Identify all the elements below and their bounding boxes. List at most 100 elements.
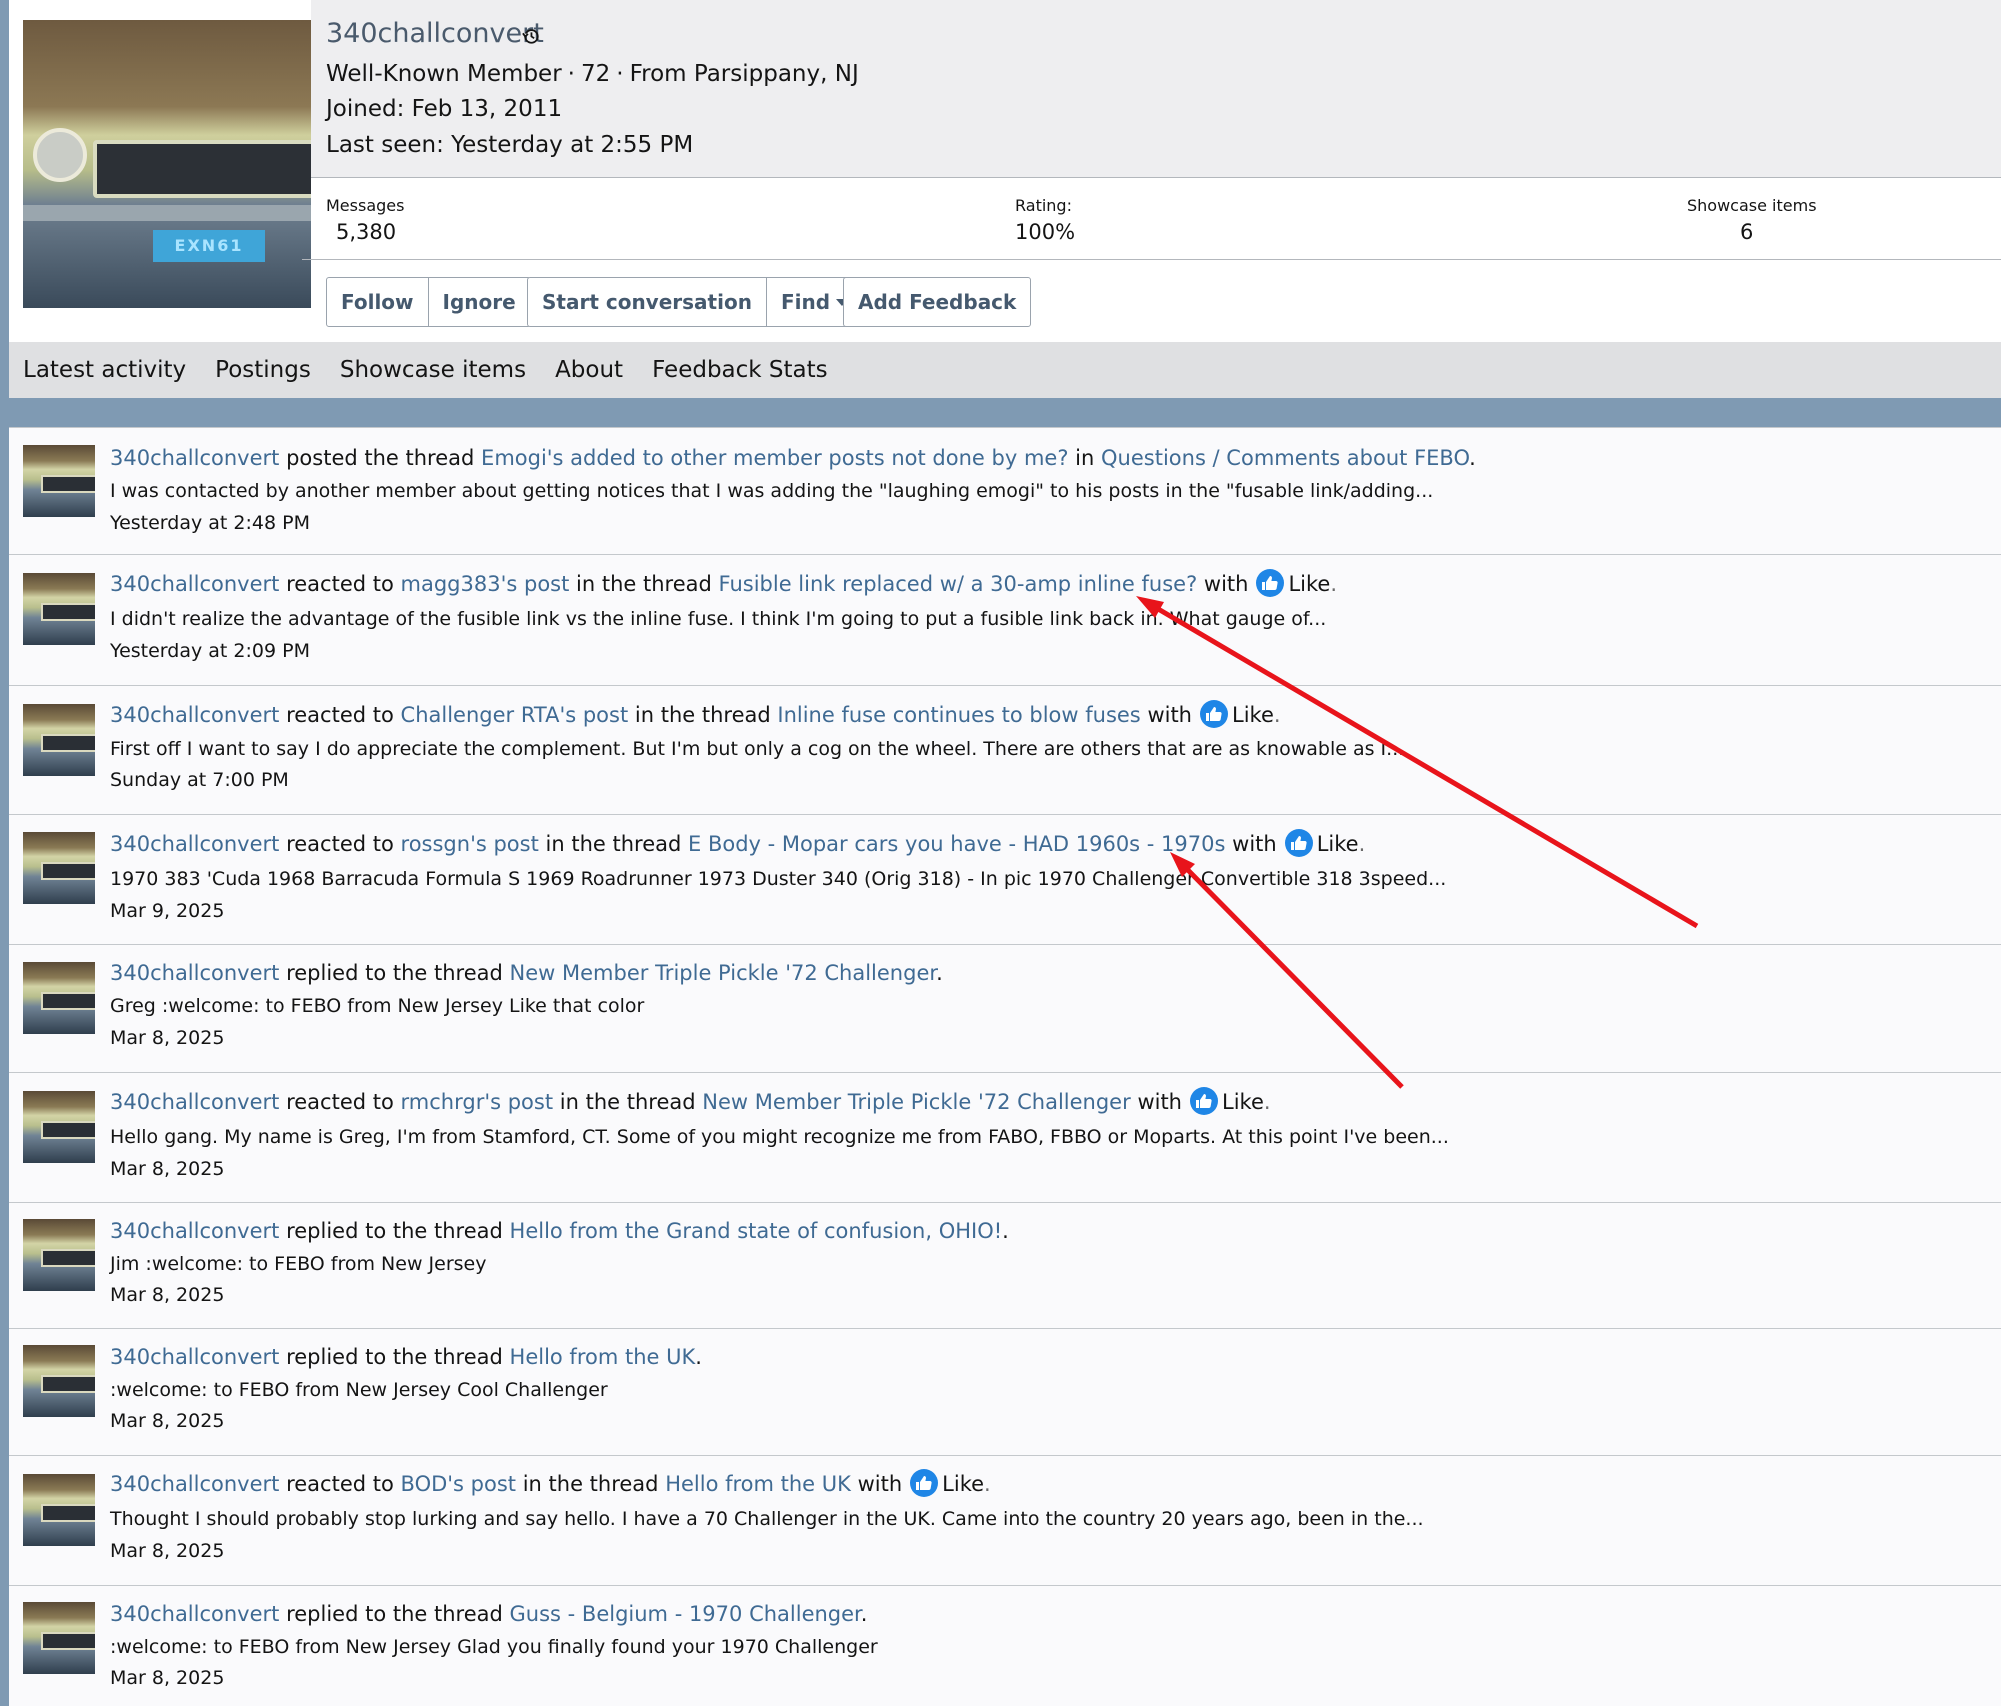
stats-divider [302,259,2001,260]
thread-link[interactable]: New Member Triple Pickle '72 Challenger [510,961,937,985]
thread-link[interactable]: Hello from the UK [510,1345,696,1369]
like-reaction-icon[interactable] [1284,829,1313,857]
thread-link[interactable]: Guss - Belgium - 1970 Challenger [510,1602,861,1626]
post-link[interactable]: rossgn's post [401,832,539,856]
action-text: in the thread [522,1472,659,1496]
user-link[interactable]: 340challconvert [110,1602,279,1626]
stat-rating-label: Rating: [1015,196,1072,215]
history-icon[interactable] [522,27,540,45]
find-button-label: Find [780,290,831,314]
avatar[interactable] [23,1345,95,1417]
avatar[interactable] [23,1091,95,1163]
profile-avatar[interactable]: EXN61 [23,20,311,308]
avatar[interactable] [23,962,95,1034]
profile-joined: Joined: Feb 13, 2011 [326,96,563,122]
activity-time[interactable]: Yesterday at 2:48 PM [110,512,310,534]
tab-showcase-items[interactable]: Showcase items [340,357,526,383]
action-text: posted the thread [286,446,475,470]
post-link[interactable]: rmchrgr's post [401,1090,554,1114]
post-link[interactable]: Challenger RTA's post [401,703,629,727]
profile-last-seen: Last seen: Yesterday at 2:55 PM [326,132,694,158]
avatar[interactable] [23,1219,95,1291]
follow-button[interactable]: Follow [327,278,429,326]
tab-about[interactable]: About [555,357,623,383]
activity-time[interactable]: Mar 8, 2025 [110,1284,224,1306]
user-link[interactable]: 340challconvert [110,572,279,596]
post-link[interactable]: BOD's post [401,1472,516,1496]
avatar[interactable] [23,573,95,645]
reaction-name: Like [1232,703,1274,727]
activity-time[interactable]: Mar 8, 2025 [110,1667,224,1689]
post-link[interactable]: magg383's post [401,572,570,596]
activity-headline: 340challconvert reacted to rmchrgr's pos… [110,1087,1271,1117]
sentence-end: . [1469,446,1476,470]
user-link[interactable]: 340challconvert [110,832,279,856]
thread-link[interactable]: Fusible link replaced w/ a 30-amp inline… [719,572,1198,596]
action-text: with [857,1472,903,1496]
avatar-bumper [23,205,311,221]
user-link[interactable]: 340challconvert [110,1345,279,1369]
tab-postings[interactable]: Postings [215,357,311,383]
like-reaction-icon[interactable] [910,1469,939,1497]
thread-link[interactable]: E Body - Mopar cars you have - HAD 1960s… [688,832,1225,856]
user-link[interactable]: 340challconvert [110,1219,279,1243]
stat-showcase-value[interactable]: 6 [1740,220,1753,244]
activity-headline: 340challconvert replied to the thread Gu… [110,1602,867,1626]
separator-dot: · [616,61,624,87]
like-reaction-icon[interactable] [1190,1087,1218,1115]
user-link[interactable]: 340challconvert [110,961,279,985]
reaction-label: Like. [1222,1090,1271,1114]
tab-feedback-stats[interactable]: Feedback Stats [652,357,828,383]
list-item: 340challconvert replied to the thread He… [9,1202,2001,1329]
activity-snippet: 1970 383 'Cuda 1968 Barracuda Formula S … [110,868,1447,890]
avatar-headlight [33,128,87,182]
sentence-end: . [695,1345,702,1369]
list-item: 340challconvert reacted to BOD's post in… [9,1455,2001,1586]
action-text: reacted to [286,832,394,856]
activity-time[interactable]: Mar 8, 2025 [110,1540,224,1562]
activity-time[interactable]: Mar 9, 2025 [110,900,224,922]
sentence-end: . [1273,703,1281,727]
start-conversation-button[interactable]: Start conversation [528,278,767,326]
add-feedback-button[interactable]: Add Feedback [844,278,1030,326]
avatar[interactable] [23,704,95,776]
thread-link[interactable]: Emogi's added to other member posts not … [481,446,1068,470]
activity-time[interactable]: Sunday at 7:00 PM [110,769,289,791]
user-link[interactable]: 340challconvert [110,446,279,470]
user-link[interactable]: 340challconvert [110,703,279,727]
stat-messages-value[interactable]: 5,380 [336,220,396,244]
avatar[interactable] [23,445,95,517]
thread-link[interactable]: Hello from the Grand state of confusion,… [510,1219,1003,1243]
reaction-label: Like. [942,1472,991,1496]
thread-link[interactable]: New Member Triple Pickle '72 Challenger [702,1090,1130,1114]
user-link[interactable]: 340challconvert [110,1090,279,1114]
reaction-label: Like. [1232,703,1281,727]
sentence-end: . [1358,832,1366,856]
list-item: 340challconvert reacted to rossgn's post… [9,814,2001,945]
user-link[interactable]: 340challconvert [110,1472,279,1496]
activity-time[interactable]: Mar 8, 2025 [110,1410,224,1432]
activity-headline: 340challconvert reacted to magg383's pos… [110,569,1337,599]
thread-link[interactable]: Inline fuse continues to blow fuses [777,703,1140,727]
like-reaction-icon[interactable] [1200,700,1228,728]
activity-snippet: First off I want to say I do appreciate … [110,738,1405,760]
stat-showcase-label: Showcase items [1687,196,1817,215]
action-text: with [1203,572,1249,596]
activity-time[interactable]: Mar 8, 2025 [110,1027,224,1049]
activity-time[interactable]: Mar 8, 2025 [110,1158,224,1180]
ignore-button[interactable]: Ignore [429,278,530,326]
activity-snippet: I was contacted by another member about … [110,480,1434,502]
avatar[interactable] [23,832,95,904]
activity-time[interactable]: Yesterday at 2:09 PM [110,640,310,662]
activity-headline: 340challconvert replied to the thread He… [110,1219,1009,1243]
avatar-grille [93,140,311,198]
forum-link[interactable]: Questions / Comments about FEBO [1101,446,1469,470]
tab-latest-activity[interactable]: Latest activity [23,357,186,383]
avatar[interactable] [23,1474,95,1546]
like-reaction-icon[interactable] [1256,569,1285,597]
action-text: in the thread [559,1090,696,1114]
avatar[interactable] [23,1602,95,1674]
stat-rating-value[interactable]: 100% [1015,220,1075,244]
thread-link[interactable]: Hello from the UK [665,1472,851,1496]
reaction-label: Like. [1317,832,1366,856]
